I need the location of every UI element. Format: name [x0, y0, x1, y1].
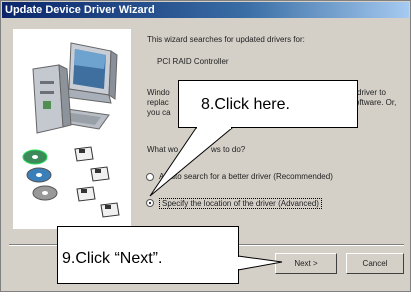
callout-join-top [197, 126, 231, 129]
click-here-callout: 8.Click here. [178, 80, 358, 128]
callout-join-bottom [236, 257, 240, 269]
click-next-callout: 9.Click “Next”. [57, 226, 239, 284]
